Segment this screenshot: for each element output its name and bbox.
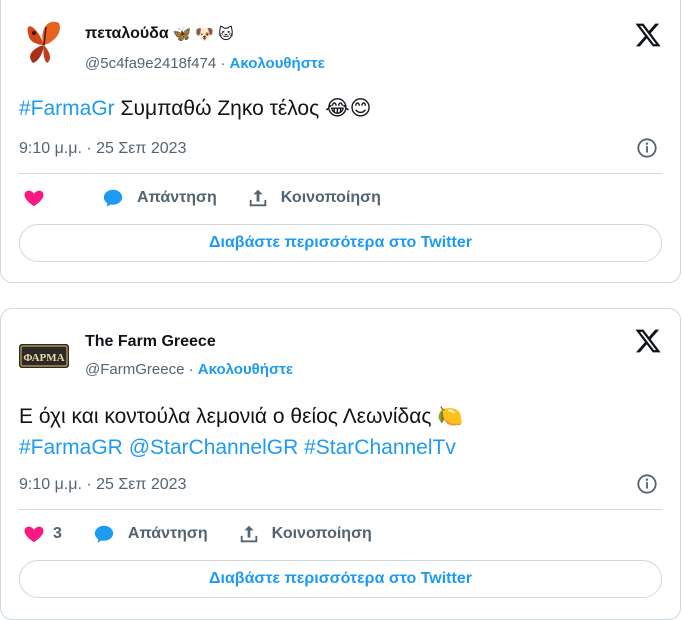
follow-button[interactable]: Ακολουθήστε [230,55,325,72]
share-icon [240,525,257,543]
butterfly-avatar[interactable] [19,15,69,65]
butterfly-emoji: 🦋 [172,25,192,43]
heart-icon [24,190,44,207]
divider [19,173,662,174]
divider [19,509,662,510]
tweet-text: #FarmaGr Συμπαθώ Ζηκο τέλος 😂😊 [19,93,372,124]
info-icon[interactable] [636,473,658,495]
tweet-emojis: 😂😊 [325,97,372,120]
reply-bubble-icon [94,525,114,543]
read-more-button[interactable]: Διαβάστε περισσότερα στο Twitter [19,224,662,262]
timestamp[interactable]: 9:10 μ.μ. · 25 Σεπ 2023 [19,476,186,494]
mention-starchannelgr[interactable]: @StarChannelGR [129,436,299,459]
tweet-body: Ε όχι και κοντούλα λεμονιά ο θείος Λεωνί… [19,405,438,428]
like-button[interactable]: 3 [23,523,62,545]
reply-label: Απάντηση [137,189,217,206]
tweet-body: Συμπαθώ Ζηκο τέλος [114,97,326,120]
farm-logo-avatar[interactable]: ΦΑΡΜΑ [19,331,69,381]
timestamp[interactable]: 9:10 μ.μ. · 25 Σεπ 2023 [19,140,186,158]
share-button[interactable]: Κοινοποίηση [238,523,372,545]
avatar-logo-text: ΦΑΡΜΑ [23,352,64,364]
like-button[interactable] [23,187,53,209]
hashtag-link[interactable]: #FarmaGr [19,97,115,120]
reply-bubble-icon [103,189,123,207]
action-bar: 3 Απάντηση Κοινοποίηση [23,523,402,545]
follow-button[interactable]: Ακολουθήστε [198,361,293,378]
reply-label: Απάντηση [127,525,208,542]
author-handle[interactable]: @5c4fa9e2418f474 [85,55,216,72]
author-name[interactable]: The Farm Greece [85,333,216,351]
cat-emoji: 🐱 [218,25,234,43]
hashtag-farmagr[interactable]: #FarmaGR [19,436,123,459]
tweet-text: Ε όχι και κοντούλα λεμονιά ο θείος Λεωνί… [19,401,463,463]
x-logo-icon[interactable] [634,21,662,49]
author-name[interactable]: πεταλούδα [85,25,169,43]
share-label: Κοινοποίηση [271,525,372,542]
reply-button[interactable]: Απάντηση [92,523,208,545]
tweet-card: πεταλούδα 🦋 🐶 🐱 @5c4fa9e2418f474 · Ακολο… [0,0,681,283]
share-label: Κοινοποίηση [280,189,381,206]
heart-icon [24,526,44,543]
share-icon [249,189,266,207]
lemon-emoji: 🍋 [437,405,464,428]
like-count: 3 [53,525,62,542]
reply-button[interactable]: Απάντηση [101,187,217,209]
read-more-button[interactable]: Διαβάστε περισσότερα στο Twitter [19,560,662,598]
author-name-row: The Farm Greece [85,333,216,351]
handle-row: @FarmGreece · Ακολουθήστε [85,361,294,378]
share-button[interactable]: Κοινοποίηση [247,187,381,209]
handle-row: @5c4fa9e2418f474 · Ακολουθήστε [85,55,325,72]
x-logo-icon[interactable] [634,327,662,355]
tweet-card: ΦΑΡΜΑ The Farm Greece @FarmGreece · Ακολ… [0,308,681,620]
author-handle[interactable]: @FarmGreece [85,361,184,378]
hashtag-starchanneltv[interactable]: #StarChannelTv [304,436,456,459]
dog-emoji: 🐶 [195,25,215,43]
action-bar: Απάντηση Κοινοποίηση [23,187,411,209]
author-name-row: πεταλούδα 🦋 🐶 🐱 [85,25,234,43]
info-icon[interactable] [636,137,658,159]
